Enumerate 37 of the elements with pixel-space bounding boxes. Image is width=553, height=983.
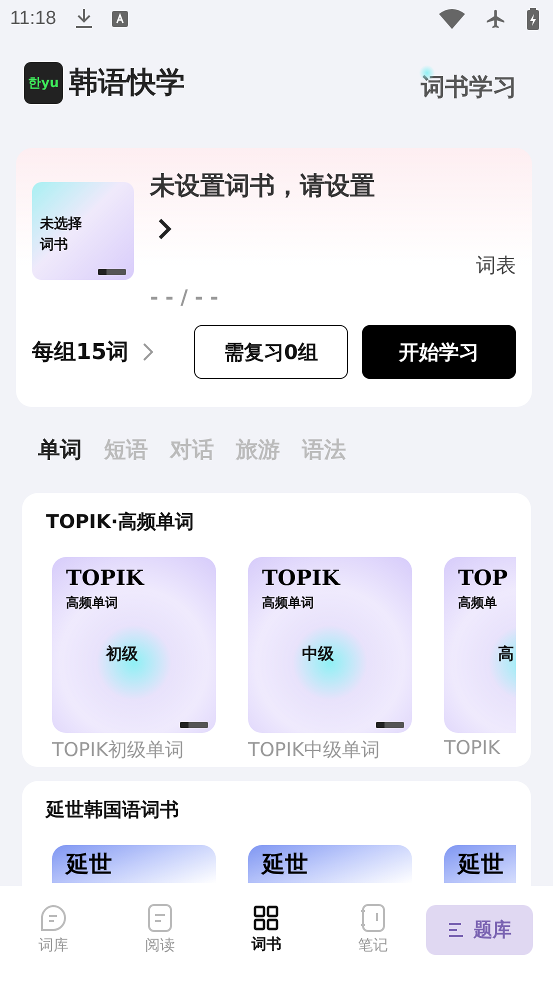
keyboard-icon [112, 11, 128, 27]
chat-bubble-icon [39, 904, 68, 932]
app-logo: 한yu [24, 62, 63, 104]
battery-icon [527, 8, 539, 30]
section-title: TOPIK·高频单词 [46, 510, 196, 535]
app-name: 韩语快学 [69, 64, 185, 101]
book-title: TOPIK初级单词 [52, 738, 184, 763]
book-cover[interactable]: 延世 [444, 845, 516, 883]
status-time: 11:18 [10, 8, 56, 30]
book-cover[interactable]: TOPIK 高频单词 中级 [248, 557, 412, 733]
group-size-text[interactable]: 每组15词 [32, 337, 129, 367]
section-title: 延世韩国语词书 [46, 798, 180, 823]
progress-text: - - / - - [150, 285, 218, 309]
chevron-right-icon [158, 218, 172, 240]
book-cover[interactable]: TOPIK 高频单词 初级 [52, 557, 216, 733]
menu-icon [448, 922, 464, 936]
download-icon [76, 9, 92, 29]
wifi-icon [439, 9, 465, 29]
book-cover: 未选择 词书 [32, 182, 134, 280]
document-icon [148, 904, 172, 932]
set-book-link[interactable]: 未设置词书，请设置 [150, 164, 375, 252]
review-button[interactable]: 需复习0组 [194, 325, 348, 379]
book-cover[interactable]: 延世 [52, 845, 216, 883]
book-title: TOPIK中级单词 [248, 738, 380, 763]
question-bank-button[interactable]: 题库 [426, 904, 533, 954]
grid-icon [253, 905, 280, 931]
wordbook-study-link[interactable]: 词书学习 [419, 64, 517, 102]
start-study-button[interactable]: 开始学习 [362, 325, 516, 379]
notebook-icon [360, 904, 386, 932]
airplane-icon [485, 8, 507, 30]
book-title: TOPIK [444, 737, 500, 761]
book-cover[interactable]: 延世 [248, 845, 412, 883]
nav-tab[interactable]: 词书 [213, 904, 320, 955]
chevron-right-icon [142, 343, 153, 361]
word-list-link[interactable]: 词表 [476, 252, 516, 279]
category-tab[interactable]: 单词 [38, 435, 82, 465]
book-cover[interactable]: TOP 高频单 高 [444, 557, 516, 733]
